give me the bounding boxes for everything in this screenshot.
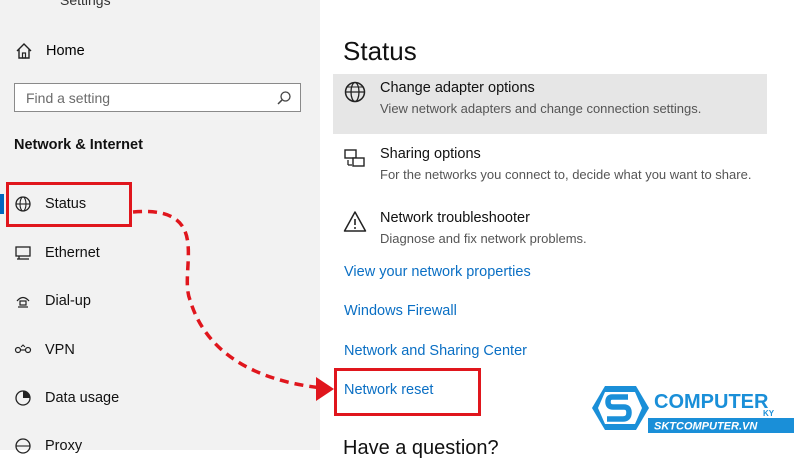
- watermark-line2: SKTCOMPUTER.VN: [654, 421, 758, 433]
- watermark-logo: COMPUTER KY SKTCOMPUTER.VN: [588, 378, 800, 438]
- watermark-suffix: KY: [763, 409, 775, 418]
- watermark-line1: COMPUTER: [654, 391, 769, 413]
